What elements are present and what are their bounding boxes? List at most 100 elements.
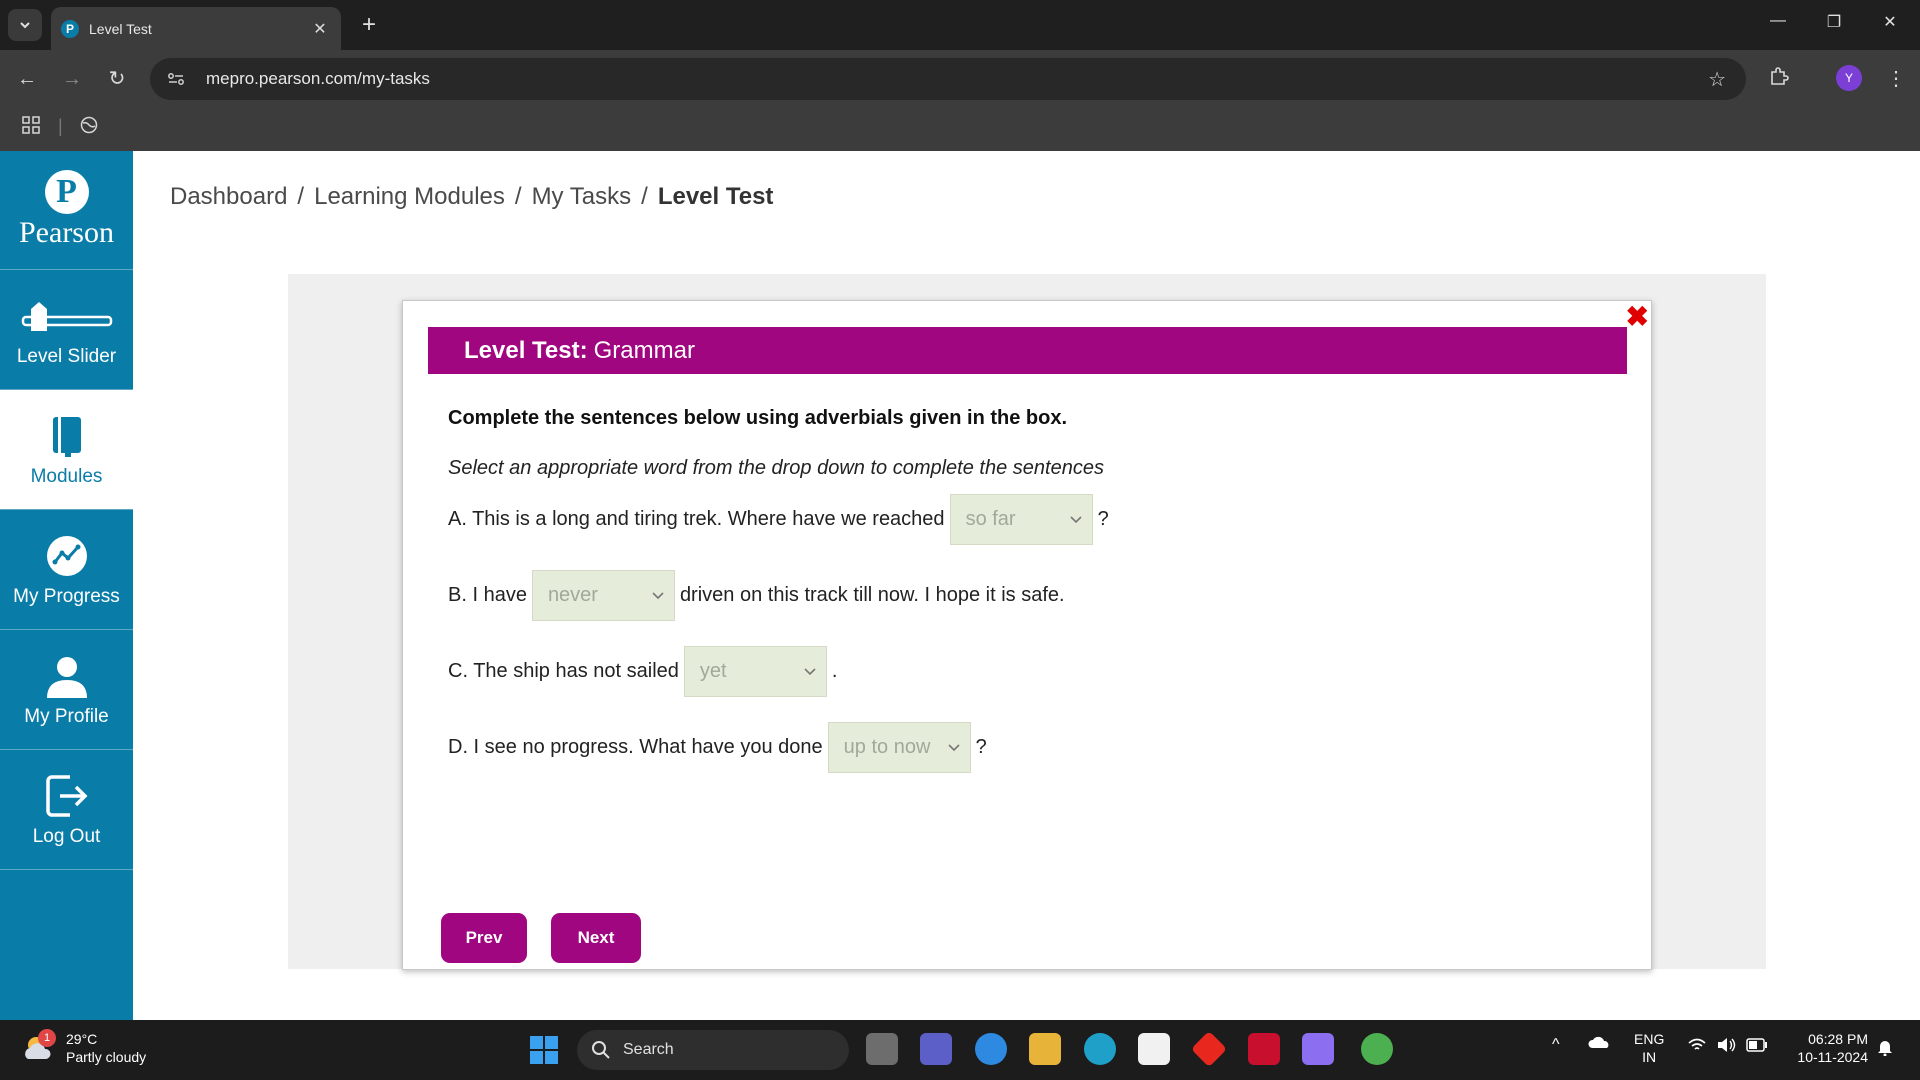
language-bottom: IN — [1642, 1049, 1657, 1065]
weather-widget[interactable]: 1 29°C Partly cloudy — [22, 1029, 147, 1066]
brand-name: Pearson — [19, 216, 114, 249]
globe-icon[interactable] — [80, 116, 98, 139]
address-bar[interactable]: mepro.pearson.com/my-tasks ☆ — [150, 58, 1746, 100]
sidebar-item-level-slider[interactable]: Level Slider — [0, 270, 133, 390]
bookmark-star-icon[interactable]: ☆ — [1708, 67, 1726, 92]
mcafee-icon[interactable] — [1248, 1033, 1280, 1065]
chevron-down-icon — [804, 665, 816, 679]
browser-menu-icon[interactable]: ⋮ — [1886, 66, 1906, 91]
language-top: ENG — [1634, 1031, 1665, 1047]
modal-header-subject: Grammar — [593, 336, 695, 364]
forward-icon[interactable]: → — [59, 66, 85, 92]
modal-header: Level Test: Grammar — [428, 327, 1627, 374]
answer-dropdown[interactable]: so far — [949, 494, 1093, 545]
logout-icon — [44, 772, 90, 820]
language-indicator[interactable]: ENG IN — [1634, 1030, 1664, 1066]
dropdown-value: yet — [699, 660, 727, 682]
dropdown-value: up to now — [843, 736, 931, 758]
browser-tabstrip: P Level Test ✕ + — ❐ ✕ — [0, 0, 1920, 50]
site-info-icon[interactable] — [164, 67, 188, 91]
question-row: A. This is a long and tiring trek. Where… — [448, 494, 1109, 545]
help-icon[interactable] — [975, 1033, 1007, 1065]
question-row: C. The ship has not sailed yet . — [448, 646, 837, 697]
question-text: D. I see no progress. What have you done — [448, 736, 823, 758]
close-tab-icon[interactable]: ✕ — [307, 19, 333, 39]
answer-dropdown[interactable]: up to now — [827, 722, 971, 773]
url-text: mepro.pearson.com/my-tasks — [206, 69, 430, 88]
sidebar-item-my-progress[interactable]: My Progress — [0, 510, 133, 630]
minimize-icon[interactable]: — — [1758, 12, 1798, 30]
close-window-icon[interactable]: ✕ — [1870, 12, 1910, 32]
temperature: 29°C — [66, 1031, 98, 1047]
modal-header-bold: Level Test: — [464, 336, 588, 364]
chevron-down-icon — [652, 589, 664, 603]
chevron-down-icon — [1069, 513, 1082, 527]
new-tab-button[interactable]: + — [354, 10, 384, 40]
sub-instruction-text: Select an appropriate word from the drop… — [448, 457, 1104, 479]
breadcrumb-learning-modules[interactable]: Learning Modules — [314, 183, 505, 211]
next-button[interactable]: Next — [551, 913, 641, 963]
copilot-icon[interactable] — [1302, 1033, 1334, 1065]
chrome-icon[interactable] — [1361, 1033, 1393, 1065]
bookmarks-bar: | — [0, 108, 1920, 151]
volume-icon[interactable] — [1716, 1037, 1736, 1057]
edge-icon[interactable] — [1084, 1033, 1116, 1065]
weather-condition: Partly cloudy — [66, 1049, 147, 1065]
breadcrumb-separator: / — [514, 183, 522, 210]
sidebar-item-log-out[interactable]: Log Out — [0, 750, 133, 870]
chevron-down-icon — [948, 741, 960, 755]
notification-bell-icon[interactable] — [1876, 1038, 1894, 1060]
close-icon[interactable]: ✖ — [1626, 303, 1649, 331]
sidebar-item-modules[interactable]: Modules — [0, 390, 133, 510]
teams-icon[interactable] — [920, 1033, 952, 1065]
prev-button[interactable]: Prev — [441, 913, 527, 963]
sidebar-item-my-profile[interactable]: My Profile — [0, 630, 133, 750]
pearson-favicon-icon: P — [61, 19, 79, 38]
question-suffix: driven on this track till now. I hope it… — [679, 584, 1065, 606]
sidebar-item-label: My Progress — [13, 585, 120, 607]
breadcrumb-current: Level Test — [657, 183, 774, 210]
tab-search-button[interactable] — [8, 9, 42, 41]
windows-start-icon[interactable] — [530, 1036, 558, 1064]
store-icon[interactable] — [1138, 1033, 1170, 1065]
battery-icon[interactable] — [1746, 1038, 1768, 1056]
tab-title: Level Test — [89, 20, 152, 37]
profile-avatar[interactable]: Y — [1836, 65, 1862, 91]
answer-dropdown[interactable]: yet — [683, 646, 827, 697]
back-icon[interactable]: ← — [14, 66, 40, 92]
question-text: B. I have — [448, 584, 527, 606]
onedrive-icon[interactable] — [1588, 1034, 1612, 1054]
reload-icon[interactable]: ↻ — [104, 66, 130, 92]
browser-tab[interactable]: P Level Test ✕ — [51, 7, 341, 50]
app-diamond-icon[interactable] — [1190, 1030, 1228, 1068]
extensions-icon[interactable] — [1769, 66, 1789, 92]
pearson-brand[interactable]: P Pearson — [0, 151, 133, 270]
answer-dropdown[interactable]: never — [531, 570, 675, 621]
breadcrumb: Dashboard / Learning Modules / My Tasks … — [170, 183, 773, 211]
taskbar-search[interactable]: Search — [577, 1030, 849, 1070]
clock-date: 10-11-2024 — [1797, 1049, 1868, 1065]
search-icon — [592, 1041, 610, 1059]
breadcrumb-my-tasks[interactable]: My Tasks — [532, 183, 632, 211]
progress-chart-icon — [46, 532, 88, 580]
task-view-icon[interactable] — [866, 1033, 898, 1065]
taskbar: 1 29°C Partly cloudy Search ^ ENG IN 06:… — [0, 1020, 1920, 1080]
breadcrumb-dashboard[interactable]: Dashboard — [170, 183, 287, 211]
dropdown-value: so far — [965, 508, 1016, 530]
slider-icon — [21, 292, 113, 340]
breadcrumb-separator: / — [641, 183, 648, 210]
dropdown-value: never — [547, 584, 598, 606]
question-suffix: . — [831, 660, 838, 682]
sidebar-item-label: Level Slider — [16, 345, 117, 367]
chevron-up-icon[interactable]: ^ — [1552, 1036, 1560, 1054]
sidebar: P Pearson Level Slider Modules My Progre… — [0, 151, 133, 1020]
restore-icon[interactable]: ❐ — [1814, 12, 1854, 32]
clock[interactable]: 06:28 PM 10-11-2024 — [1784, 1030, 1868, 1066]
sidebar-item-label: Modules — [30, 465, 103, 487]
wifi-icon[interactable] — [1688, 1038, 1706, 1056]
user-icon — [45, 652, 89, 700]
file-explorer-icon[interactable] — [1029, 1033, 1061, 1065]
question-suffix: ? — [975, 736, 987, 758]
clock-time: 06:28 PM — [1808, 1031, 1868, 1047]
apps-grid-icon[interactable] — [22, 116, 40, 139]
